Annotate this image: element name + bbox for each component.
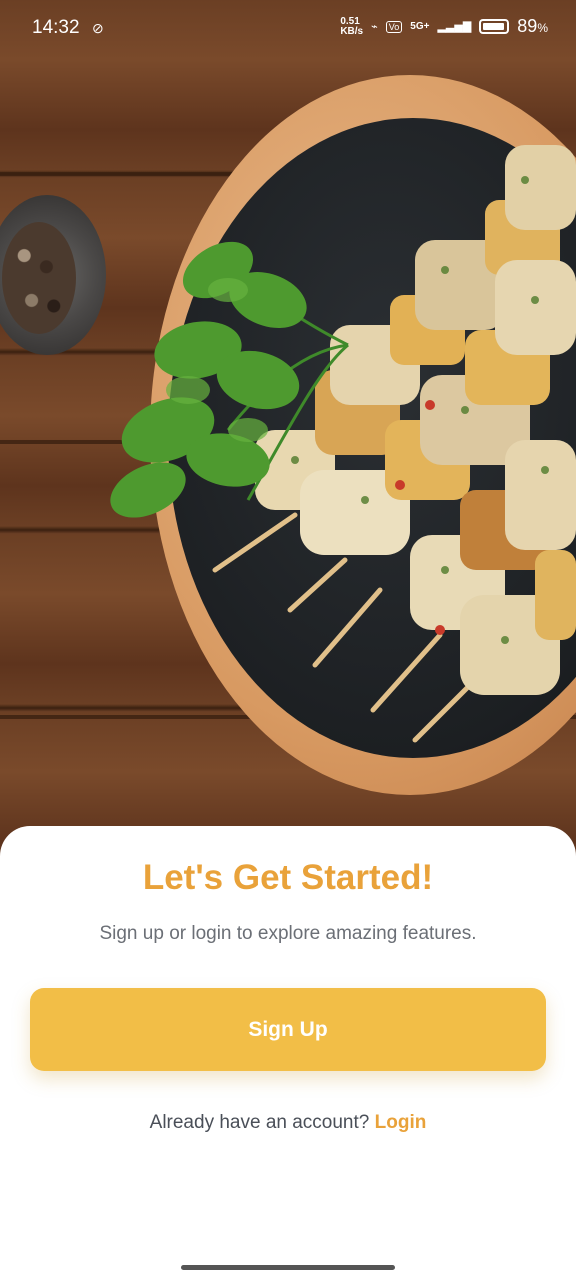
status-icons: 0.51 KB/s ⌁ Vo 5G+ ▂▃▅▇ 89%: [340, 16, 548, 37]
status-bar: 14:32 ⊘ 0.51 KB/s ⌁ Vo 5G+ ▂▃▅▇ 89%: [0, 0, 576, 56]
page-subtitle: Sign up or login to explore amazing feat…: [99, 923, 477, 944]
link-icon: ⊘: [92, 20, 104, 36]
status-time: 14:32: [32, 17, 80, 38]
page-title: Let's Get Started!: [142, 858, 434, 897]
home-indicator[interactable]: [181, 1265, 395, 1270]
battery-percent: 89%: [517, 16, 548, 36]
signal-icon: ▂▃▅▇: [437, 21, 472, 33]
battery-icon: [479, 19, 510, 34]
network-type: 5G+: [410, 21, 430, 32]
peppercorns: [2, 222, 76, 334]
hotspot-icon: ⌁: [371, 21, 378, 33]
volte-icon: Vo: [385, 20, 403, 33]
signup-button[interactable]: Sign Up: [30, 988, 546, 1071]
parsley-icon: [110, 241, 349, 518]
login-prompt-text: Already have an account?: [149, 1112, 370, 1133]
network-speed: 0.51 KB/s: [340, 15, 364, 37]
hero-food-image: [0, 0, 576, 860]
login-prompt-row: Already have an account? Login: [0, 1112, 576, 1134]
login-link[interactable]: Login: [375, 1112, 427, 1133]
